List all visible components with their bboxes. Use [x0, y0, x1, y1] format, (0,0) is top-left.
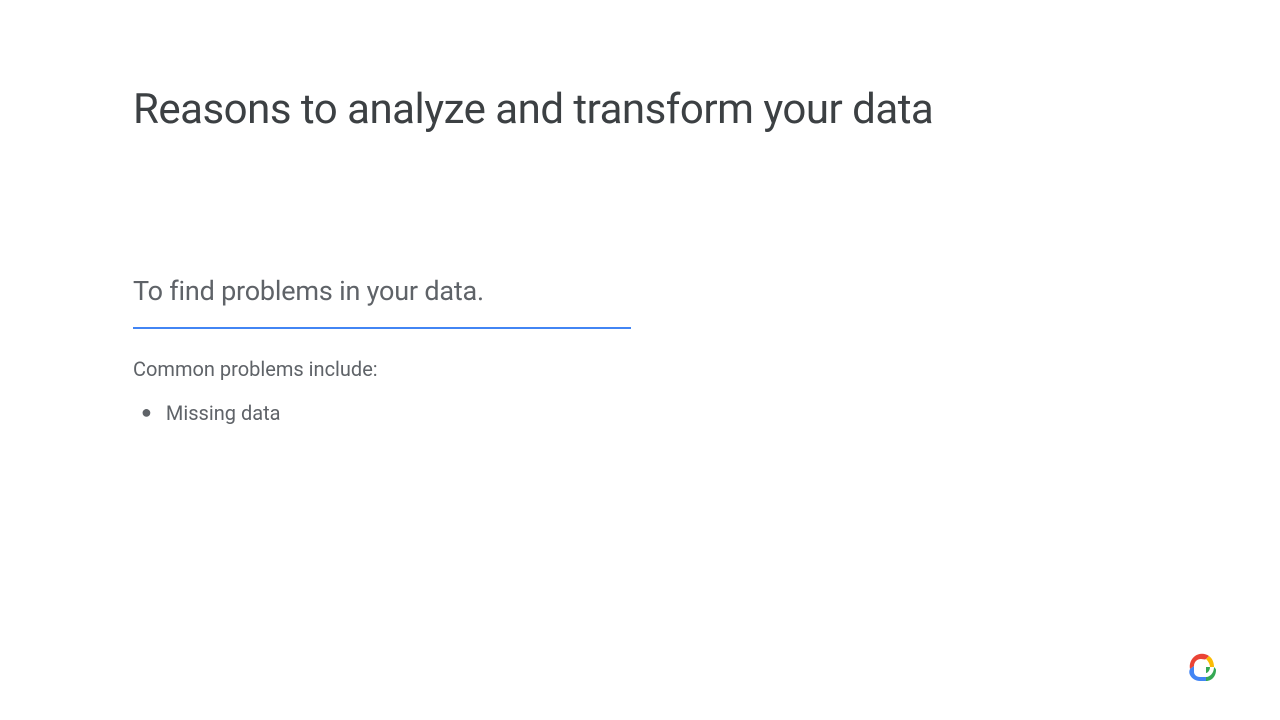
slide-title: Reasons to analyze and transform your da… [133, 85, 1147, 135]
list-item: ● Missing data [133, 401, 1147, 425]
slide-subtitle: To find problems in your data. [133, 275, 1147, 307]
google-cloud-logo-icon [1182, 650, 1218, 686]
list-item-text: Missing data [166, 401, 281, 425]
bullet-icon: ● [141, 404, 152, 422]
content-section: To find problems in your data. Common pr… [133, 275, 1147, 425]
list-heading: Common problems include: [133, 357, 1147, 381]
bullet-list: ● Missing data [133, 401, 1147, 425]
divider-line [133, 327, 631, 329]
slide-container: Reasons to analyze and transform your da… [0, 0, 1280, 720]
